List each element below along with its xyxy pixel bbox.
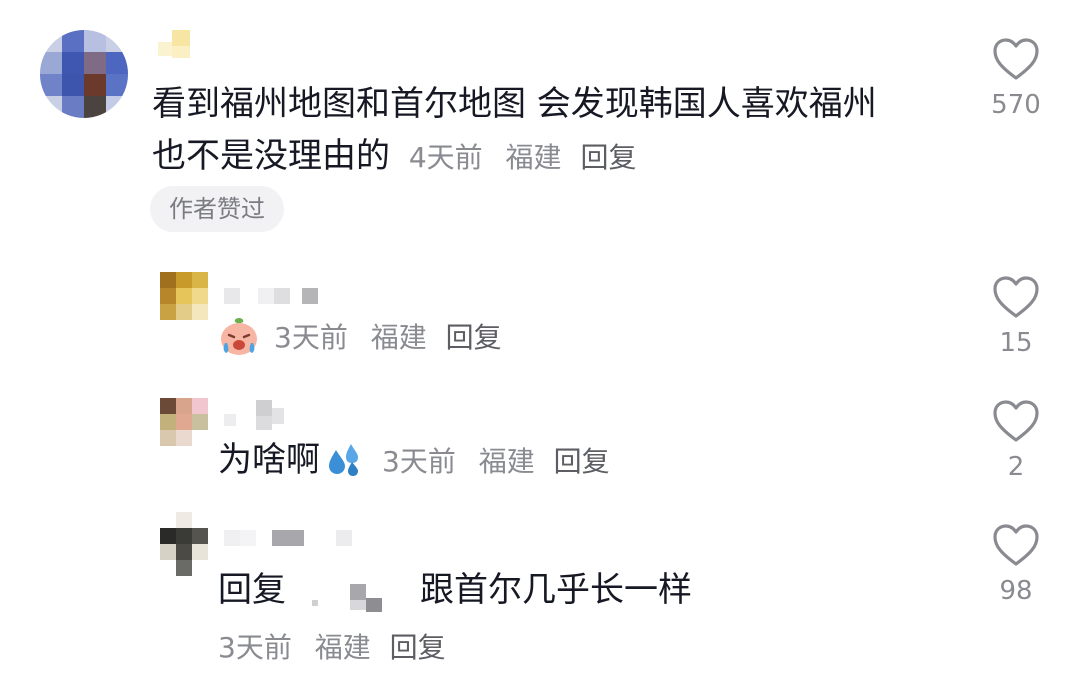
reply-avatar[interactable] bbox=[160, 398, 208, 446]
mentioned-username[interactable] bbox=[286, 572, 420, 612]
like-count: 2 bbox=[1007, 452, 1025, 482]
username[interactable] bbox=[158, 30, 198, 60]
reply-prefix: 回复 bbox=[218, 570, 286, 610]
reply-button[interactable]: 回复 bbox=[390, 631, 446, 664]
comment-time: 4天前 bbox=[408, 141, 483, 174]
reply-username[interactable] bbox=[224, 528, 364, 548]
comment-text-line1: 看到福州地图和首尔地图 会发现韩国人喜欢福州 bbox=[152, 84, 877, 124]
comment-location: 福建 bbox=[505, 141, 562, 174]
like-count: 15 bbox=[999, 328, 1033, 358]
crying-face-emoji bbox=[221, 318, 257, 355]
reply-time: 3天前 bbox=[218, 631, 292, 664]
like-count: 98 bbox=[999, 576, 1033, 606]
reply-button[interactable]: 回复 bbox=[580, 141, 636, 174]
reply-location: 福建 bbox=[370, 321, 427, 354]
reply-username[interactable] bbox=[224, 286, 324, 306]
reply-username[interactable] bbox=[224, 400, 294, 432]
heart-icon[interactable] bbox=[991, 274, 1041, 320]
sweat-droplets-emoji bbox=[329, 444, 358, 476]
like-button[interactable]: 15 bbox=[986, 274, 1046, 358]
avatar[interactable] bbox=[40, 30, 128, 118]
reply-text: 跟首尔几乎长一样 bbox=[420, 570, 692, 610]
reply-button[interactable]: 回复 bbox=[446, 321, 502, 354]
reply-button[interactable]: 回复 bbox=[554, 445, 610, 478]
reply-text: 为啥啊 bbox=[218, 440, 320, 480]
comment-text: 看到福州地图和首尔地图 会发现韩国人喜欢福州 也不是没理由的 4天前 福建 回复 bbox=[152, 78, 962, 184]
like-count: 570 bbox=[991, 90, 1041, 120]
like-button[interactable]: 570 bbox=[986, 36, 1046, 120]
like-button[interactable]: 2 bbox=[986, 398, 1046, 482]
author-liked-badge: 作者赞过 bbox=[150, 186, 284, 232]
reply-location: 福建 bbox=[314, 631, 371, 664]
reply-time: 3天前 bbox=[382, 445, 456, 478]
like-button[interactable]: 98 bbox=[986, 522, 1046, 606]
reply-avatar[interactable] bbox=[160, 512, 208, 576]
reply-time: 3天前 bbox=[274, 321, 348, 354]
heart-icon[interactable] bbox=[991, 398, 1041, 444]
reply-avatar[interactable] bbox=[160, 272, 208, 320]
reply-location: 福建 bbox=[478, 445, 535, 478]
heart-icon[interactable] bbox=[991, 36, 1041, 82]
heart-icon[interactable] bbox=[991, 522, 1041, 568]
comment-text-line2: 也不是没理由的 bbox=[152, 136, 390, 176]
